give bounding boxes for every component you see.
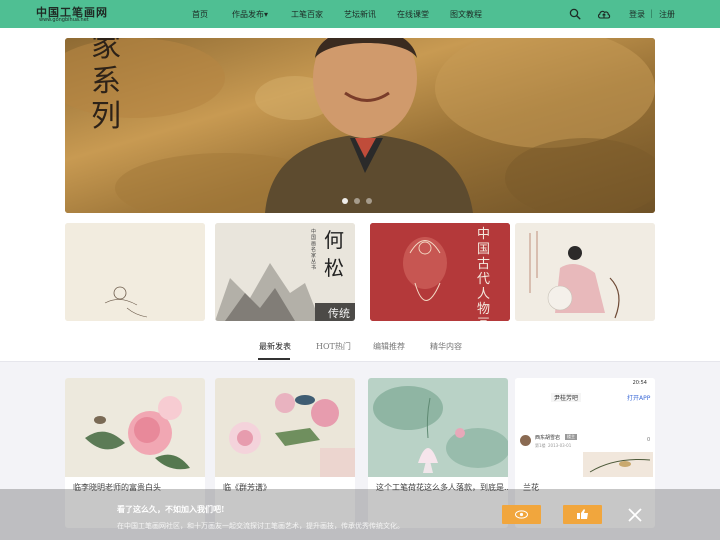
open-app-link: 打开APP xyxy=(627,395,651,402)
like-count: 0 xyxy=(647,437,651,443)
nav-gongbi-masters[interactable]: 工笔百家 xyxy=(291,9,323,20)
auth-separator: | xyxy=(650,9,653,18)
thumbnail-figure-painting-image xyxy=(515,223,655,321)
banner-portrait-image: 家 系 列 xyxy=(65,38,655,213)
post-lotus-image xyxy=(368,378,508,477)
top-nav-bar: 中国工笔画网 www.gongbihua.net 首页 作品发布▾ 工笔百家 艺… xyxy=(0,0,720,28)
post-flowers-birds-image xyxy=(215,378,355,477)
follow-eye-button[interactable] xyxy=(502,505,541,524)
close-icon[interactable] xyxy=(626,506,644,524)
thumbnail-book-title: 中国古代人物画 xyxy=(477,227,491,321)
thumbnail-card[interactable]: 中国古代人物画 xyxy=(370,223,510,321)
carousel-dot[interactable] xyxy=(342,198,348,204)
post-date: 2013-03-01 xyxy=(548,443,572,448)
status-time: 20:54 xyxy=(632,380,647,386)
thumbnail-title-large: 何松 xyxy=(324,228,344,280)
logo-url-text: www.gongbihua.net xyxy=(39,17,89,23)
group-name: 尹桂芳吧 xyxy=(551,393,582,402)
cloud-upload-icon[interactable] xyxy=(597,8,611,20)
banner-overlay-char-3: 列 xyxy=(91,99,121,134)
nav-online-class[interactable]: 在线课堂 xyxy=(397,9,429,20)
carousel-dot[interactable] xyxy=(354,198,360,204)
nav-home[interactable]: 首页 xyxy=(192,9,208,20)
register-link[interactable]: 注册 xyxy=(659,9,675,20)
join-banner-title: 看了这么久，不如加入我们吧! xyxy=(117,504,225,514)
thumbnail-sketch-image xyxy=(65,223,205,321)
join-banner-subtitle: 在中国工笔画网社区，和十万画友一起交流探讨工笔画艺术，提升画技，传承优秀传统文化… xyxy=(117,522,404,530)
thumbnail-series-text: 中国画名家丛书 xyxy=(311,229,317,271)
user-avatar xyxy=(520,435,531,446)
app-screenshot-preview: 20:54 尹桂芳吧 打开APP 西东胡雪岩 楼主 第1楼 2013-03-01… xyxy=(515,378,655,477)
thumbnail-card[interactable] xyxy=(515,223,655,321)
carousel-dot[interactable] xyxy=(366,198,372,204)
post-author: 西东胡雪岩 xyxy=(535,435,561,441)
tab-featured[interactable]: 精华内容 xyxy=(430,341,462,352)
orchid-painting-image xyxy=(583,452,653,477)
tab-editor-picks[interactable]: 编辑推荐 xyxy=(373,341,405,352)
thumbnail-card[interactable]: 何松 中国画名家丛书 传统 xyxy=(215,223,355,321)
banner-overlay-char-1: 家 xyxy=(91,38,121,64)
like-thumb-button[interactable] xyxy=(563,505,602,524)
site-logo[interactable]: 中国工笔画网 www.gongbihua.net xyxy=(36,4,107,24)
join-us-banner: 看了这么久，不如加入我们吧! 在中国工笔画网社区，和十万画友一起交流探讨工笔画艺… xyxy=(0,489,720,540)
thumbnail-card[interactable] xyxy=(65,223,205,321)
hero-banner[interactable]: 家 系 列 xyxy=(65,38,655,213)
banner-overlay-char-2: 系 xyxy=(91,64,121,99)
search-icon[interactable] xyxy=(569,8,581,20)
post-peony-image xyxy=(65,378,205,477)
login-link[interactable]: 登录 xyxy=(629,9,645,20)
tab-hot[interactable]: HOT热门 xyxy=(316,341,351,352)
nav-tutorials[interactable]: 图文教程 xyxy=(450,9,482,20)
thumbnail-corner-text: 传统 xyxy=(328,307,350,320)
active-tab-indicator xyxy=(258,358,290,360)
tab-latest[interactable]: 最新发表 xyxy=(259,341,291,352)
author-badge: 楼主 xyxy=(565,434,577,440)
post-floor: 第1楼 xyxy=(535,443,546,448)
nav-art-news[interactable]: 艺坛新讯 xyxy=(344,9,376,20)
nav-works-publish[interactable]: 作品发布▾ xyxy=(232,9,268,20)
eye-icon xyxy=(515,510,528,519)
thumbs-up-icon xyxy=(577,509,588,519)
